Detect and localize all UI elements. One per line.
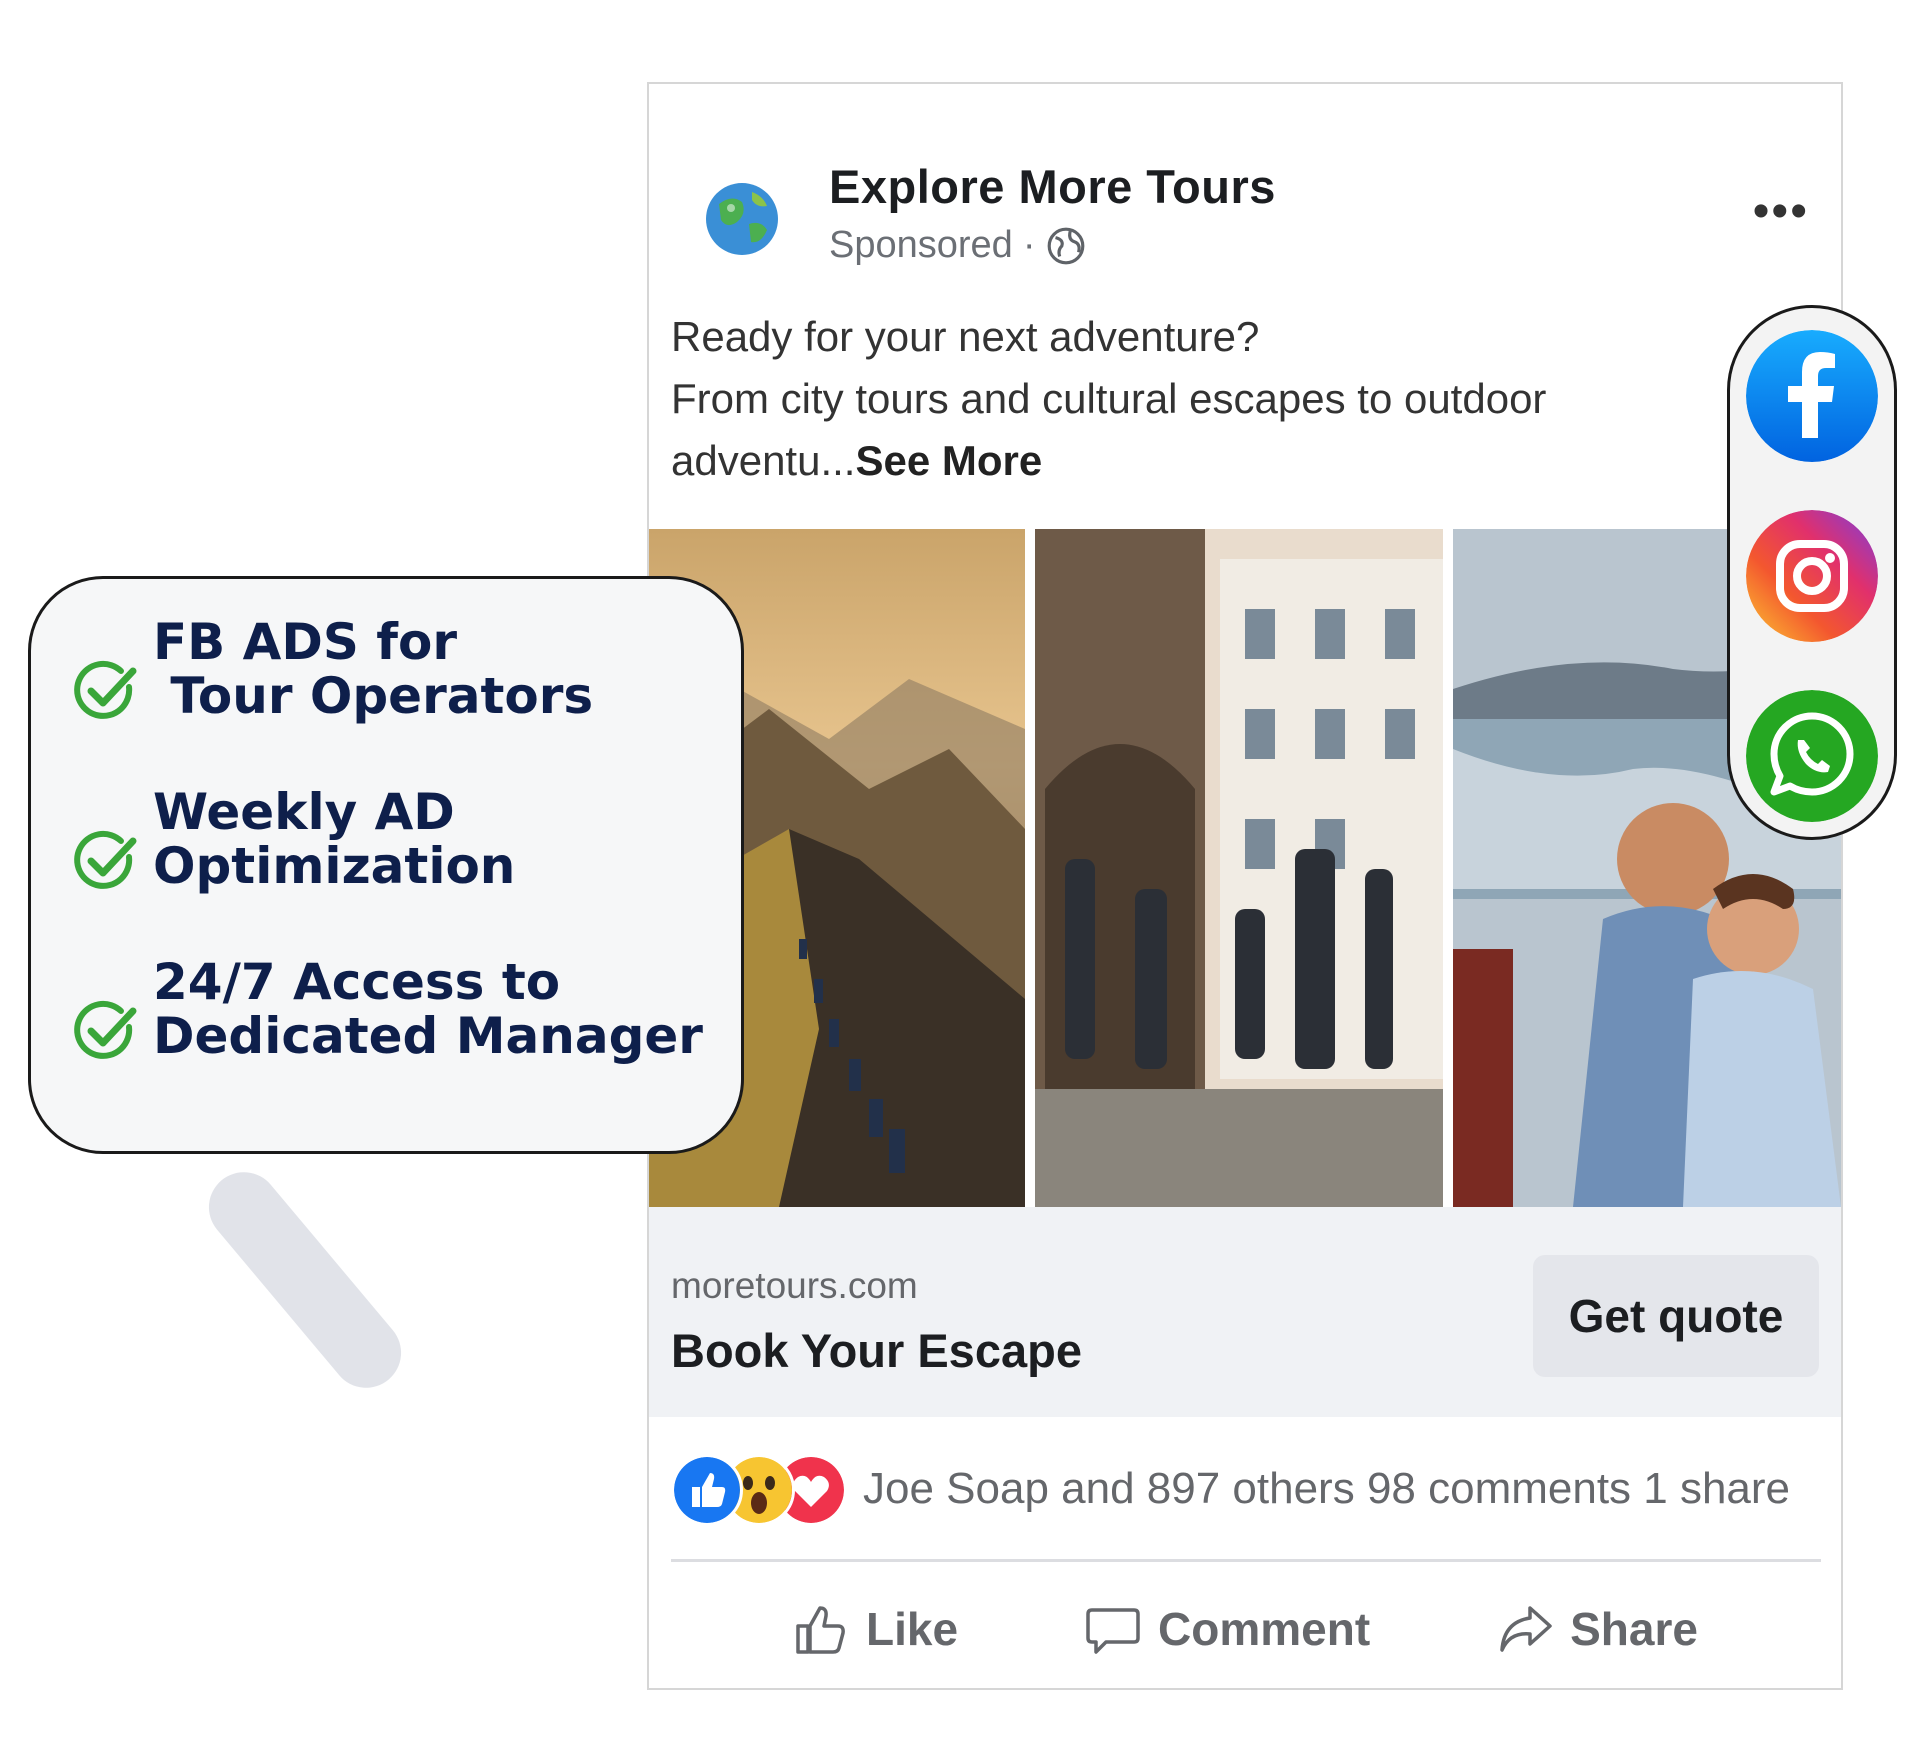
feature-3-line-2: Dedicated Manager (153, 1007, 703, 1065)
social-icons-column (1727, 305, 1897, 840)
comment-label: Comment (1158, 1603, 1371, 1655)
post-text-line-1: Ready for your next adventure? (671, 313, 1260, 360)
comment-button[interactable]: Comment (1084, 1600, 1370, 1658)
divider (671, 1559, 1821, 1562)
check-circle-icon (74, 1000, 137, 1059)
like-reaction-icon (671, 1454, 743, 1526)
post-text-line-3: adventu...See More (671, 430, 1671, 492)
facebook-icon[interactable] (1746, 330, 1878, 462)
reactions-summary[interactable]: Joe Soap and 897 others 98 comments 1 sh… (863, 1464, 1790, 1514)
thumbs-up-icon (796, 1606, 845, 1654)
comment-icon (1086, 1608, 1140, 1654)
feature-1-line-2: Tour Operators (153, 667, 594, 725)
feature-text-1: FB ADS for Tour Operators (153, 615, 593, 723)
facebook-ad-post: Explore More Tours Sponsored · ••• Ready… (647, 82, 1843, 1690)
sponsored-row: Sponsored · (829, 224, 1087, 267)
feature-2-line-1: Weekly AD (153, 783, 455, 841)
like-button[interactable]: Like (792, 1600, 958, 1658)
share-icon (1500, 1606, 1552, 1652)
link-domain: moretours.com (671, 1265, 918, 1306)
link-preview[interactable]: moretours.com Book Your Escape Get quote (649, 1207, 1841, 1417)
like-label: Like (865, 1603, 959, 1655)
link-headline[interactable]: Book Your Escape (671, 1323, 1082, 1378)
dot-separator: · (1022, 224, 1036, 266)
feature-text-3: 24/7 Access to Dedicated Manager (153, 955, 703, 1063)
see-more-link[interactable]: See More (855, 437, 1042, 484)
page-name[interactable]: Explore More Tours (829, 159, 1276, 214)
feature-item (71, 657, 139, 725)
sponsored-label: Sponsored (829, 224, 1013, 266)
feature-item (71, 827, 139, 895)
reactions-row: Joe Soap and 897 others 98 comments 1 sh… (671, 1449, 1821, 1529)
globe-icon (1048, 227, 1085, 264)
post-header: Explore More Tours Sponsored · ••• (649, 84, 1841, 284)
post-text-truncated: adventu... (671, 437, 856, 484)
globe-avatar-icon[interactable] (697, 174, 787, 264)
more-options-button[interactable]: ••• (1753, 184, 1809, 239)
photo-carousel[interactable] (649, 529, 1841, 1207)
share-button[interactable]: Share (1496, 1600, 1698, 1658)
get-quote-button[interactable]: Get quote (1533, 1255, 1819, 1377)
features-panel: FB ADS for Tour Operators Weekly AD Opti… (28, 576, 744, 1154)
feature-text-2: Weekly AD Optimization (153, 785, 515, 893)
feature-item (71, 997, 139, 1065)
feature-1-line-1: FB ADS for (153, 613, 458, 671)
feature-2-line-2: Optimization (153, 837, 516, 895)
whatsapp-icon[interactable] (1746, 690, 1878, 822)
post-actions: Like Comment Share (649, 1574, 1841, 1684)
reaction-icons[interactable] (671, 1454, 851, 1526)
photo-city-tour[interactable] (1035, 529, 1443, 1207)
share-label: Share (1570, 1603, 1698, 1655)
post-text: Ready for your next adventure? From city… (671, 306, 1671, 492)
check-circle-icon (74, 830, 137, 889)
post-text-line-2: From city tours and cultural escapes to … (671, 375, 1547, 422)
feature-3-line-1: 24/7 Access to (153, 953, 561, 1011)
instagram-icon[interactable] (1746, 510, 1878, 642)
check-circle-icon (74, 660, 137, 719)
